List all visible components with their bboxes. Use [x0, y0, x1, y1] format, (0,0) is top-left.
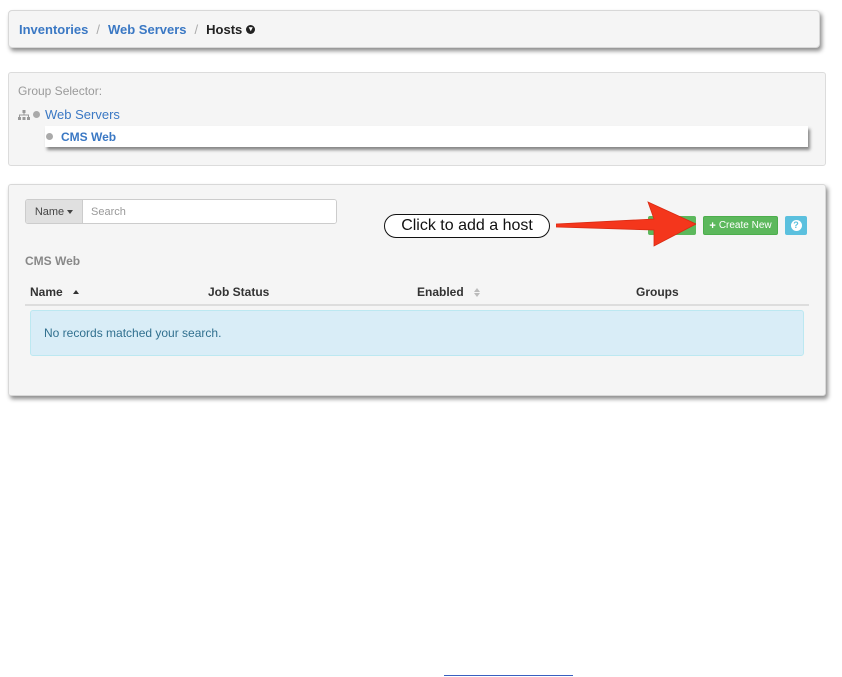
footer-divider	[444, 675, 573, 676]
breadcrumb-hosts[interactable]: Hosts	[206, 22, 242, 37]
caret-down-icon	[67, 209, 74, 214]
breadcrumb-separator: /	[96, 21, 100, 37]
column-header-job-status: Job Status	[208, 285, 270, 299]
chevron-down-icon[interactable]: ▾	[246, 24, 256, 34]
tree-item-label[interactable]: CMS Web	[61, 130, 116, 144]
arrow-right-icon	[556, 201, 696, 247]
search-group: Name	[25, 199, 337, 224]
create-new-button[interactable]: + Create New	[703, 216, 778, 235]
annotation-callout: Click to add a host	[384, 214, 550, 238]
search-input[interactable]	[83, 200, 336, 223]
plus-icon: +	[709, 219, 716, 232]
group-selector-title: Group Selector:	[18, 84, 103, 98]
breadcrumb-inventories[interactable]: Inventories	[19, 22, 88, 37]
list-title: CMS Web	[25, 254, 81, 268]
breadcrumb-web-servers[interactable]: Web Servers	[108, 22, 187, 37]
question-circle-icon: ?	[790, 220, 802, 231]
column-header-name[interactable]: Name	[30, 285, 79, 299]
column-header-groups: Groups	[636, 285, 679, 299]
bullet-icon	[33, 111, 40, 118]
tree-item-web-servers[interactable]: Web Servers	[18, 107, 120, 122]
help-button[interactable]: ?	[785, 216, 807, 235]
breadcrumb-separator: /	[194, 21, 199, 37]
tree-item-cms-web[interactable]: CMS Web	[45, 126, 808, 147]
sort-icon	[473, 288, 480, 297]
create-new-label: Create New	[718, 220, 772, 231]
breadcrumb: Inventories / Web Servers / Hosts ▾	[8, 10, 820, 48]
group-selector-panel: Group Selector: Web Servers CMS Web	[8, 72, 826, 166]
search-field-label: Name	[34, 205, 65, 218]
sitemap-icon	[18, 109, 30, 120]
table-header: Name Job Status Enabled Groups	[25, 282, 809, 306]
search-field-dropdown[interactable]: Name	[26, 200, 83, 223]
column-header-enabled[interactable]: Enabled	[417, 285, 480, 299]
column-header-label: Enabled	[417, 285, 464, 299]
column-header-label: Name	[30, 285, 63, 299]
tree-item-label[interactable]: Web Servers	[45, 107, 120, 122]
bullet-icon	[46, 133, 53, 140]
empty-results-alert: No records matched your search.	[30, 310, 804, 356]
sort-ascending-icon	[72, 290, 79, 294]
